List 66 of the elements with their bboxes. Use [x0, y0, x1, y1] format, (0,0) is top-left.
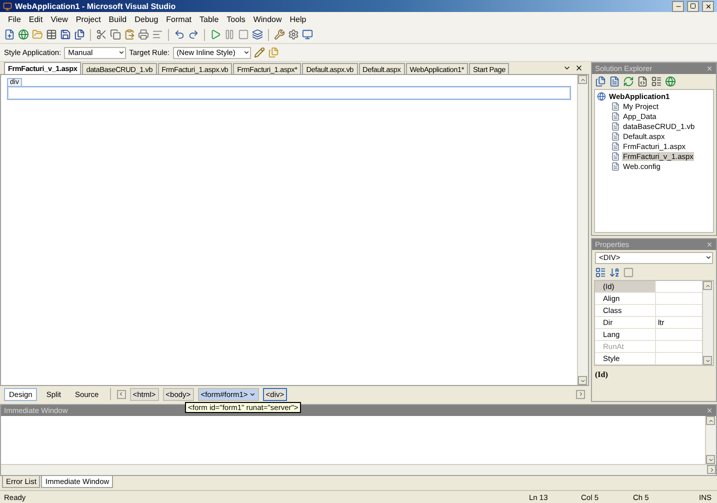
dropdown-icon[interactable] [563, 64, 571, 72]
restore-icon [690, 3, 696, 9]
property-description: (Id) [594, 369, 609, 381]
new-project-icon[interactable] [4, 29, 15, 40]
cut-icon[interactable] [96, 29, 107, 40]
wrench-icon[interactable] [274, 29, 285, 40]
paste-icon[interactable] [124, 29, 135, 40]
file-icon [611, 122, 620, 131]
pause-icon[interactable] [224, 29, 235, 40]
refresh-icon[interactable] [623, 76, 634, 87]
document-icon[interactable] [609, 76, 620, 87]
menu-item[interactable]: Build [104, 14, 131, 24]
layers-icon[interactable] [252, 29, 263, 40]
stop-icon[interactable] [238, 29, 249, 40]
list-icon[interactable] [651, 76, 662, 87]
code-icon[interactable] [637, 76, 648, 87]
gear-icon[interactable] [288, 29, 299, 40]
div-element[interactable] [7, 86, 571, 100]
copy-icon[interactable] [110, 29, 121, 40]
pages-icon[interactable] [595, 76, 606, 87]
menu-item[interactable]: Tools [222, 14, 250, 24]
globe-icon[interactable] [18, 29, 29, 40]
file-icon [611, 132, 620, 141]
menu-item[interactable]: File [4, 14, 25, 24]
menu-item[interactable]: Edit [24, 14, 47, 24]
grid-icon[interactable] [46, 29, 57, 40]
close-icon[interactable] [575, 64, 583, 72]
project-icon [597, 92, 606, 101]
close-icon [704, 2, 712, 10]
menu-item[interactable]: Help [286, 14, 310, 24]
file-icon [611, 152, 620, 161]
save-all-icon[interactable] [74, 29, 85, 40]
redo-icon[interactable] [188, 29, 199, 40]
align-icon[interactable] [152, 29, 163, 40]
sort-alphabetical-icon[interactable] [609, 267, 620, 278]
file-icon [611, 112, 620, 121]
pages-icon[interactable] [268, 47, 279, 58]
globe-icon[interactable] [665, 76, 676, 87]
vertical-scrollbar[interactable] [702, 281, 713, 365]
horizontal-scrollbar[interactable] [1, 464, 716, 475]
app-icon [3, 2, 12, 10]
window-title: WebApplication1 - Microsoft Visual Studio [15, 2, 177, 10]
scroll-right-button[interactable] [576, 390, 585, 398]
menu-item[interactable]: View [46, 14, 72, 24]
play-icon[interactable] [210, 29, 221, 40]
monitor-icon[interactable] [302, 29, 313, 40]
scroll-left-button[interactable] [116, 390, 126, 398]
undo-icon[interactable] [174, 29, 185, 40]
property-pages-icon[interactable] [623, 267, 634, 278]
categorized-icon[interactable] [595, 267, 606, 278]
menu-item[interactable]: Project [72, 14, 105, 24]
save-icon[interactable] [60, 29, 71, 40]
pencil-icon[interactable] [254, 47, 265, 58]
vertical-scrollbar[interactable] [577, 75, 588, 385]
minimize-button[interactable] [672, 0, 684, 12]
print-icon[interactable] [138, 29, 149, 40]
file-icon [611, 102, 620, 111]
close-button[interactable] [702, 0, 714, 12]
menu-item[interactable]: Table [196, 14, 223, 24]
menu-item[interactable]: Format [162, 14, 196, 24]
file-icon [611, 142, 620, 151]
restore-button[interactable] [687, 0, 699, 12]
menu-item[interactable]: Window [249, 14, 286, 24]
file-icon [611, 162, 620, 171]
vertical-scrollbar[interactable] [705, 416, 716, 464]
menu-item[interactable]: Debug [130, 14, 162, 24]
